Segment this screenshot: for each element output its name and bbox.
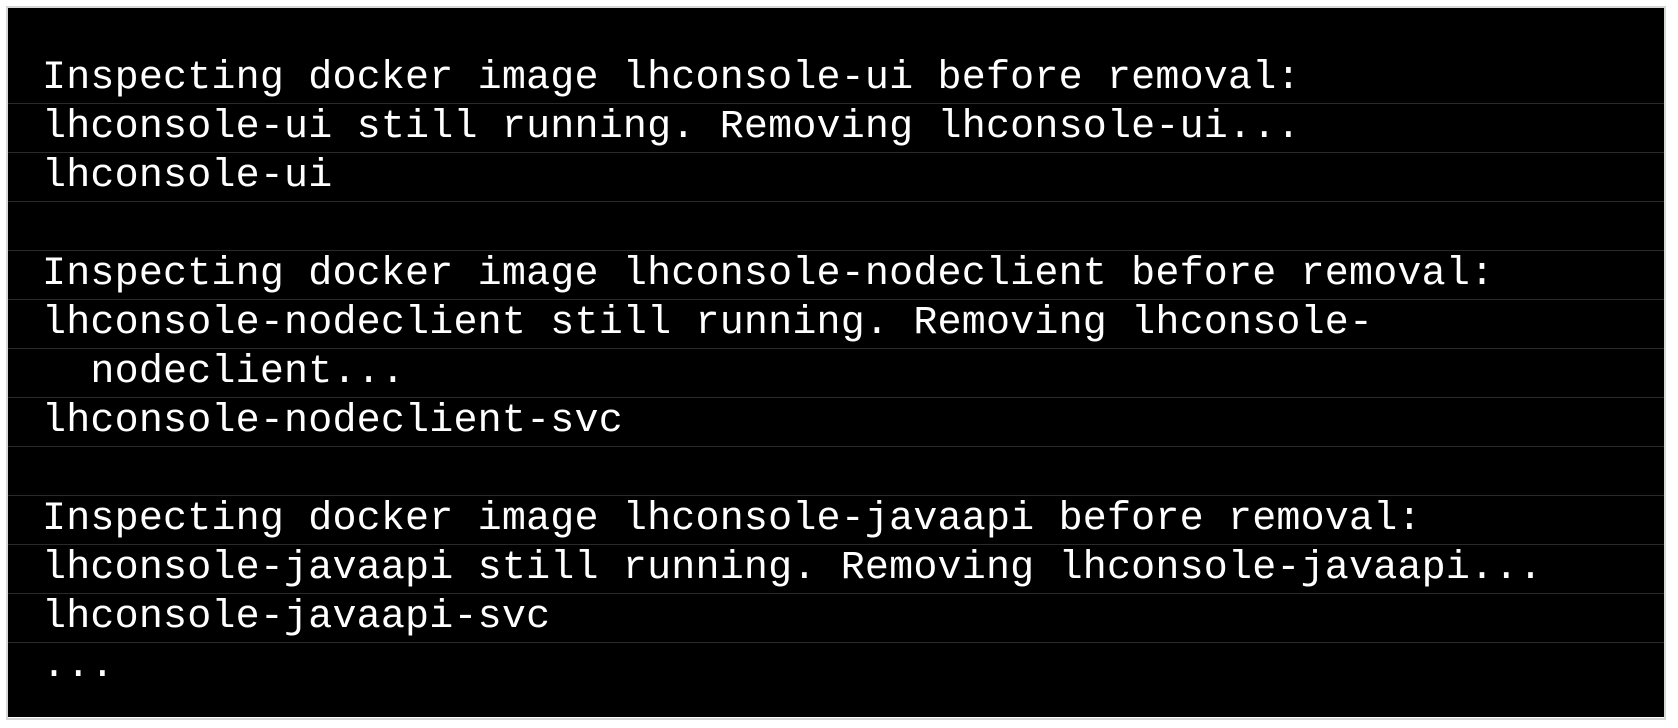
terminal-line: lhconsole-javaapi-svc [8,594,1664,643]
terminal-line: lhconsole-nodeclient still running. Remo… [8,300,1664,349]
terminal-line: lhconsole-javaapi still running. Removin… [8,545,1664,594]
terminal-line: nodeclient... [8,349,1664,398]
terminal-line [8,447,1664,496]
terminal-output: Inspecting docker image lhconsole-ui bef… [8,8,1664,717]
terminal-line [8,202,1664,251]
terminal-line: Inspecting docker image lhconsole-ui bef… [8,55,1664,104]
terminal-line: lhconsole-nodeclient-svc [8,398,1664,447]
terminal-line: ... [42,644,115,689]
terminal-line: Inspecting docker image lhconsole-javaap… [8,496,1664,545]
terminal-line: Inspecting docker image lhconsole-nodecl… [8,251,1664,300]
terminal-line: lhconsole-ui [8,153,1664,202]
terminal-line: lhconsole-ui still running. Removing lhc… [8,104,1664,153]
